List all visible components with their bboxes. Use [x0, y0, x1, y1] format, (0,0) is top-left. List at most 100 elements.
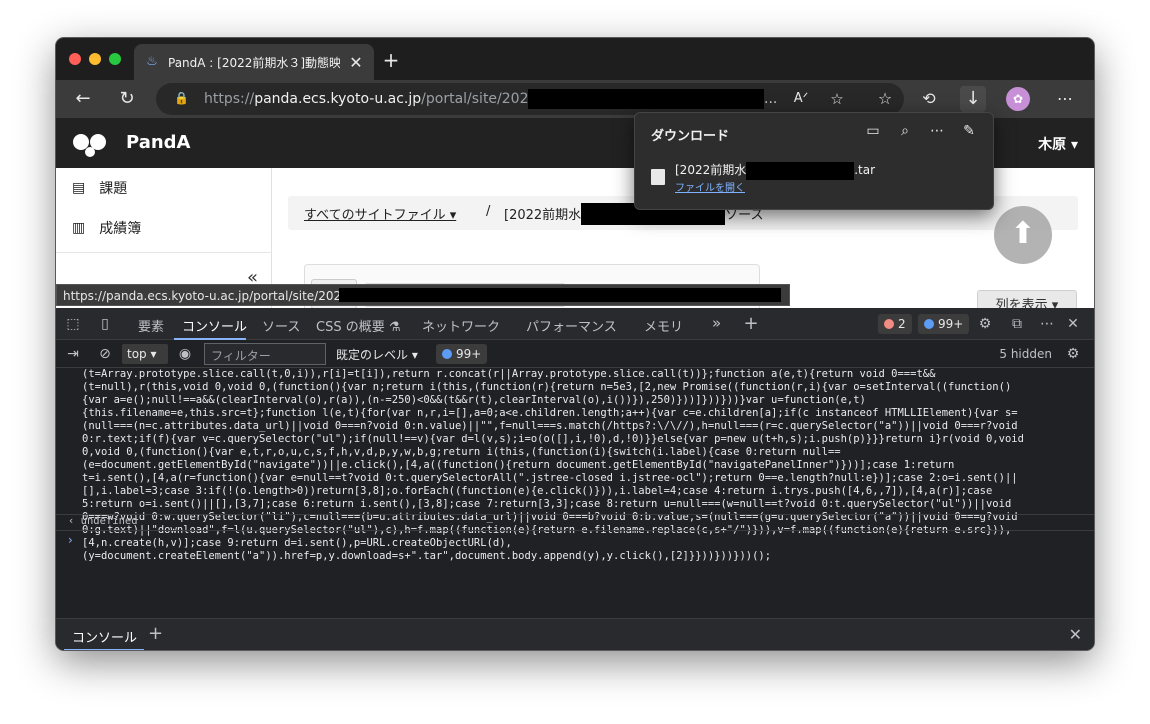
panda-logo-icon	[73, 134, 106, 157]
remote-devices-icon[interactable]: ⧉	[1008, 315, 1026, 333]
tab-sources[interactable]: ソース	[262, 316, 300, 335]
issues-count: 99+	[456, 347, 482, 361]
add-favorite-icon[interactable]: ☆	[824, 86, 850, 112]
more-icon[interactable]: ⋯	[927, 123, 947, 143]
drawer-close-icon[interactable]: ✕	[1069, 625, 1082, 644]
inspect-element-icon[interactable]: ⬚	[64, 315, 82, 333]
panda-brand: PandA	[126, 132, 191, 153]
console-code-line: (e=document.getElementById("navigate"))|…	[82, 459, 955, 471]
more-tabs-icon[interactable]: »	[712, 314, 721, 332]
device-toolbar-icon[interactable]: ▯	[96, 315, 114, 333]
console-code-line: {var a=e();null!==a&&(clearInterval(o),r…	[82, 394, 866, 406]
devtools-tabs: ⬚ ▯ 要素 コンソール ソース CSS の概要 ⚗ ネットワーク パフォーマン…	[56, 308, 1094, 340]
console-code-line: 5:return o=i.sent()||[],[3,7];case 6:ret…	[82, 498, 1012, 510]
console-result: ‹ undefined	[56, 514, 1094, 528]
devtools-panel: ⬚ ▯ 要素 コンソール ソース CSS の概要 ⚗ ネットワーク パフォーマン…	[56, 308, 1094, 650]
history-icon[interactable]: ⟲	[916, 86, 942, 112]
browser-window: ♨ PandA : [2022前期水３]動態映画 ✕ + ← ↻ 🔒 https…	[56, 38, 1094, 650]
console-code-line: {this.filename=e,this.src=t};function l(…	[82, 407, 1018, 419]
error-count-badge[interactable]: 2	[878, 314, 912, 334]
address-bar[interactable]: 🔒 https://panda.ecs.kyoto-u.ac.jp/portal…	[156, 83, 904, 115]
sidebar-item-assignments[interactable]: ▤ 課題	[72, 178, 127, 198]
sidebar-item-gradebook[interactable]: ▥ 成績簿	[72, 218, 141, 238]
window-minimize-button[interactable]	[89, 53, 101, 65]
open-folder-icon[interactable]: ▭	[863, 123, 883, 143]
site-favicon-icon: ♨	[146, 54, 158, 69]
pin-icon[interactable]: ✎	[959, 123, 979, 143]
more-icon[interactable]: ⋯	[1038, 315, 1056, 333]
prompt-chevron-icon: ›	[68, 533, 73, 547]
error-count: 2	[898, 317, 906, 331]
address-url: https://panda.ecs.kyoto-u.ac.jp/portal/s…	[204, 91, 543, 107]
assignment-icon: ▤	[72, 180, 86, 196]
context-select[interactable]: top ▾	[122, 344, 168, 364]
breadcrumb-all-files-link[interactable]: すべてのサイトファイル ▾	[304, 204, 456, 223]
tab-css-overview[interactable]: CSS の概要 ⚗	[316, 316, 401, 335]
back-arrow-icon[interactable]: ←	[70, 86, 96, 112]
console-code-line: (t=null),r(this,void 0,void 0,(function(…	[82, 381, 1012, 393]
window-zoom-button[interactable]	[109, 53, 121, 65]
downloads-title: ダウンロード	[651, 129, 730, 144]
issues-badge[interactable]: 99+	[436, 344, 488, 364]
read-aloud-icon[interactable]: Aᐟ	[788, 86, 814, 112]
console-filter-input[interactable]: フィルター	[204, 343, 326, 365]
tab-memory[interactable]: メモリ	[644, 316, 683, 335]
redacted-block	[339, 288, 781, 302]
tab-elements[interactable]: 要素	[138, 316, 164, 335]
gradebook-icon: ▥	[72, 220, 86, 236]
breadcrumb-separator: /	[486, 204, 491, 219]
new-tab-button[interactable]: +	[380, 48, 402, 72]
downloads-flyout: ダウンロード ▭ ⌕ ⋯ ✎ [2022前期水 .tar ファイルを開く	[634, 112, 994, 210]
info-count-badge[interactable]: 99+	[918, 314, 970, 334]
reload-icon[interactable]: ↻	[114, 86, 140, 112]
download-file-name[interactable]: [2022前期水 .tar	[675, 161, 875, 180]
more-icon[interactable]: ⋯	[1052, 86, 1078, 112]
sidebar-toggle-icon[interactable]: ⇥	[64, 345, 82, 363]
hidden-count: 5 hidden	[999, 347, 1052, 361]
clear-console-icon[interactable]: ⊘	[96, 345, 114, 363]
add-tab-icon[interactable]: +	[742, 315, 760, 333]
redacted-block	[746, 161, 855, 180]
message-icon	[924, 319, 934, 329]
console-code-line: t=i.sent(),[4,a(r=function(){var e=null=…	[82, 472, 1018, 484]
scroll-to-top-button[interactable]: ⬆	[994, 206, 1052, 264]
console-code-line: [],i.label=3;case 3:if(!(o.length>0))ret…	[82, 485, 993, 497]
status-url-bar: https://panda.ecs.kyoto-u.ac.jp/portal/s…	[56, 284, 790, 306]
log-level-select[interactable]: 既定のレベル ▾	[336, 346, 418, 363]
favorites-icon[interactable]: ☆	[872, 86, 898, 112]
open-file-link[interactable]: ファイルを開く	[675, 179, 745, 194]
close-devtools-icon[interactable]: ✕	[1064, 315, 1082, 333]
browser-tab[interactable]: ♨ PandA : [2022前期水３]動態映画 ✕	[134, 44, 374, 80]
error-icon	[884, 319, 894, 329]
gear-icon[interactable]: ⚙	[976, 315, 994, 333]
search-icon[interactable]: ⌕	[895, 123, 915, 143]
sidebar-item-label: 成績簿	[99, 221, 142, 237]
drawer-add-icon[interactable]: +	[148, 623, 163, 644]
downloads-icon[interactable]: ↓	[960, 86, 986, 112]
sidebar-item-label: 課題	[99, 181, 128, 197]
live-expression-icon[interactable]: ◉	[176, 345, 194, 363]
console-prompt[interactable]: ›	[56, 530, 1094, 568]
tab-close-icon[interactable]: ✕	[348, 53, 364, 72]
console-code-line: (t=Array.prototype.slice.call(t,0,i)),r[…	[82, 368, 936, 380]
drawer-tab-console[interactable]: コンソール	[72, 627, 137, 646]
tab-network[interactable]: ネットワーク	[422, 316, 500, 335]
address-ellipsis: ...	[764, 91, 778, 107]
tab-console[interactable]: コンソール	[182, 316, 247, 335]
console-code-line: 0:r.text;if(f){var v=c.querySelector("ul…	[82, 433, 1024, 445]
message-icon	[442, 349, 452, 359]
lock-icon: 🔒	[174, 91, 189, 105]
console-code-line: 0,void 0,(function(){var e,t,r,o,u,c,s,f…	[82, 446, 841, 458]
tab-title: PandA : [2022前期水３]動態映画	[168, 55, 340, 70]
redacted-block	[528, 89, 764, 109]
tab-performance[interactable]: パフォーマンス	[526, 316, 617, 335]
drawer-active-indicator	[64, 649, 144, 650]
window-close-button[interactable]	[69, 53, 81, 65]
user-menu[interactable]: 木原 ▾	[1038, 134, 1078, 154]
gear-icon[interactable]: ⚙	[1064, 345, 1082, 363]
info-count: 99+	[938, 317, 964, 331]
profile-icon[interactable]: ✿	[1006, 87, 1030, 111]
console-toolbar: ⇥ ⊘ top ▾ ◉ フィルター 既定のレベル ▾ 99+ 5 hidden …	[56, 340, 1094, 368]
devtools-drawer: コンソール + ✕	[56, 618, 1094, 650]
console-code-line: (null===(n=c.attributes.data_url)||void …	[82, 420, 1018, 432]
